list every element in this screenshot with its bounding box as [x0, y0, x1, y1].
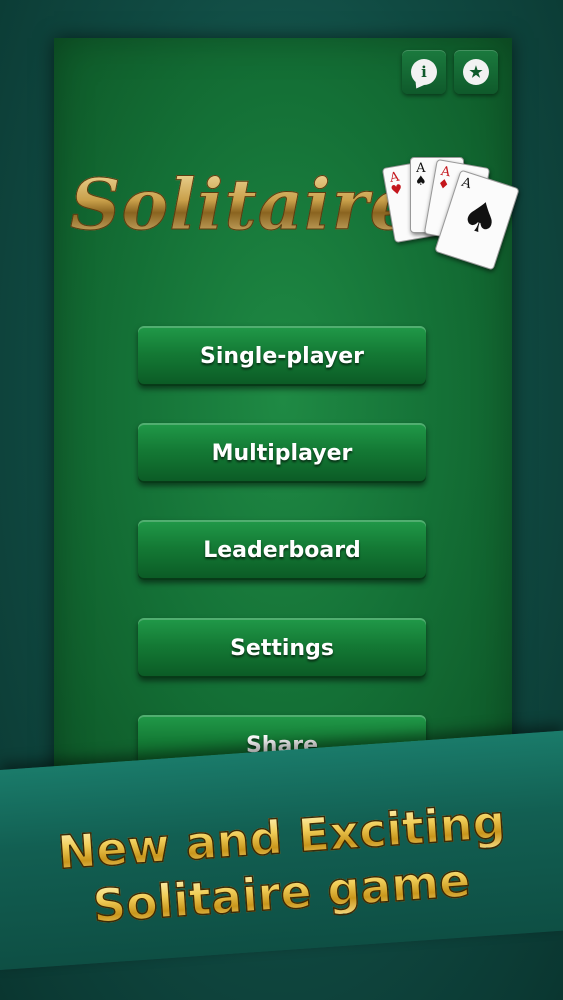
info-button[interactable]: i [402, 50, 446, 94]
logo-cards: A ♥ A ♠ A ♦ A ♠ [381, 153, 520, 278]
leaderboard-button[interactable]: Leaderboard [138, 520, 426, 580]
star-icon: ★ [463, 59, 489, 85]
logo-title: Solitaire [69, 163, 416, 247]
game-logo: Solitaire A ♥ A ♠ A ♦ A ♠ [69, 153, 520, 318]
game-screen: i ★ Solitaire A ♥ A ♠ A ♦ A ♠ Single-pla… [54, 38, 520, 838]
multiplayer-button[interactable]: Multiplayer [138, 423, 426, 483]
favorite-button[interactable]: ★ [454, 50, 498, 94]
settings-button[interactable]: Settings [138, 618, 426, 678]
info-icon: i [411, 59, 437, 85]
spade-icon: ♠ [455, 188, 507, 247]
single-player-button[interactable]: Single-player [138, 326, 426, 386]
